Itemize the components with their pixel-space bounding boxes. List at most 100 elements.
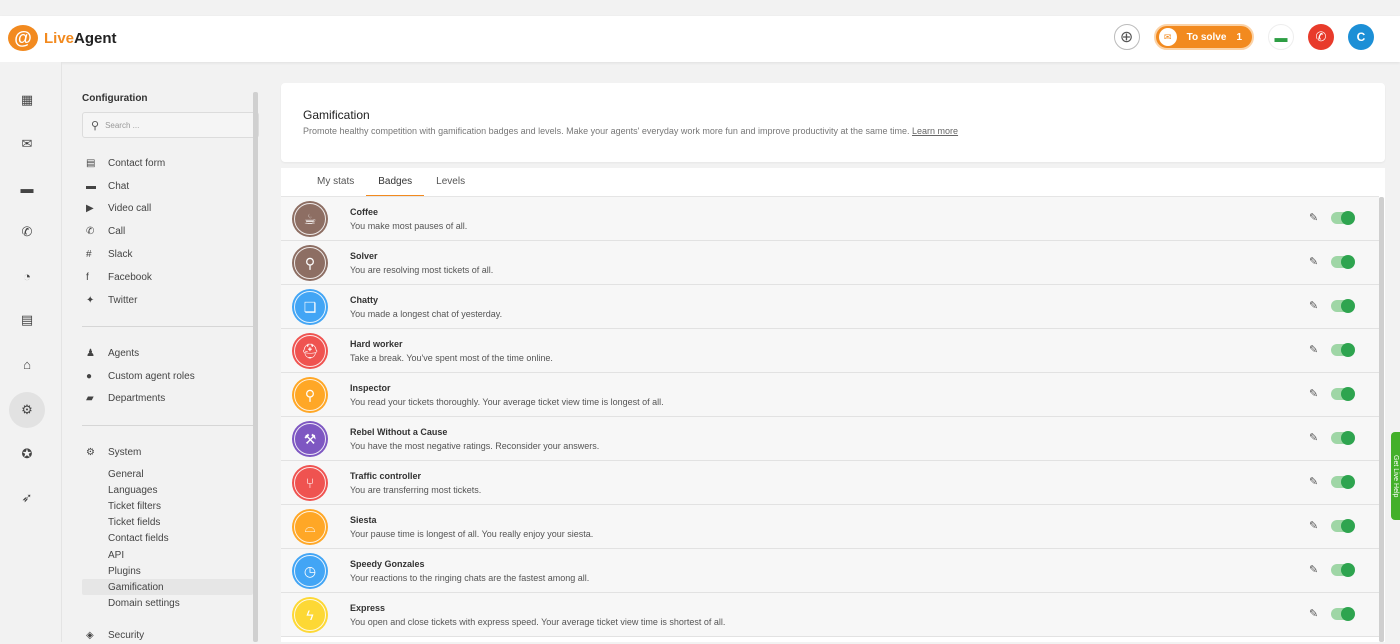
- config-item-call[interactable]: ✆ Call: [82, 222, 252, 240]
- badge-row: ◷ Speedy Gonzales Your reactions to the ri…: [281, 549, 1379, 593]
- config-item-video-call[interactable]: ▶ Video call: [82, 199, 252, 217]
- toggle-knob: [1341, 431, 1355, 445]
- phone-icon: ✆: [1315, 29, 1327, 44]
- config-item-contact-form[interactable]: ▤ Contact form: [82, 154, 252, 172]
- learn-more-link[interactable]: Learn more: [912, 126, 958, 136]
- nav-knowledgebase-button[interactable]: ⌂: [9, 346, 45, 382]
- config-item-slack[interactable]: # Slack: [82, 245, 252, 263]
- contact-form-icon: ▤: [86, 157, 96, 169]
- config-item-label: Contact form: [108, 157, 166, 169]
- badge-enabled-toggle[interactable]: [1331, 431, 1355, 445]
- edit-icon[interactable]: ✎: [1309, 211, 1318, 224]
- badge-enabled-toggle[interactable]: [1331, 255, 1355, 269]
- add-button[interactable]: ⊕: [1113, 24, 1140, 50]
- config-subitem-plugins[interactable]: Plugins: [82, 563, 253, 579]
- edit-icon[interactable]: ✎: [1309, 387, 1318, 400]
- badge-glyph: ϟ: [306, 607, 314, 623]
- config-item-security[interactable]: ◈ Security: [82, 626, 252, 644]
- search-icon: ⚲: [91, 119, 100, 132]
- phone-icon: ✆: [86, 225, 95, 237]
- badge-name: Chatty: [350, 295, 379, 305]
- logo[interactable]: @ LiveAgent: [8, 25, 117, 51]
- edit-icon[interactable]: ✎: [1309, 475, 1318, 488]
- edit-icon[interactable]: ✎: [1309, 563, 1318, 576]
- config-subitem-api[interactable]: API: [82, 547, 253, 563]
- tab-levels[interactable]: Levels: [424, 168, 477, 196]
- edit-icon[interactable]: ✎: [1309, 607, 1318, 620]
- badge-enabled-toggle[interactable]: [1331, 211, 1355, 225]
- tab-my-stats[interactable]: My stats: [305, 168, 366, 196]
- config-subitem-domain-settings[interactable]: Domain settings: [82, 596, 253, 612]
- config-item-custom-agent-roles[interactable]: ● Custom agent roles: [82, 367, 252, 385]
- nav-settings-button[interactable]: ⚙: [9, 392, 45, 428]
- config-item-twitter[interactable]: ✦ Twitter: [82, 291, 252, 309]
- chat-status-button[interactable]: ▬: [1268, 24, 1294, 50]
- plus-icon: ⊕: [1119, 29, 1134, 46]
- badge-row: ☕ Coffee You make most pauses of all. ✎: [281, 197, 1379, 241]
- dashboard-icon: ▦: [20, 92, 34, 107]
- config-subitem-ticket-fields[interactable]: Ticket fields: [82, 515, 253, 531]
- header-card: Gamification Promote healthy competition…: [281, 83, 1385, 162]
- badge-enabled-toggle[interactable]: [1331, 343, 1355, 357]
- config-subitem-languages[interactable]: Languages: [82, 482, 253, 498]
- edit-icon[interactable]: ✎: [1309, 299, 1318, 312]
- nav-plugins-button[interactable]: ✪: [9, 436, 45, 472]
- config-item-label: Agents: [108, 347, 140, 359]
- edit-icon[interactable]: ✎: [1309, 343, 1318, 356]
- to-solve-button[interactable]: ✉ To solve 1: [1153, 24, 1254, 50]
- get-live-help-tab[interactable]: Get Live Help: [1391, 432, 1400, 520]
- badge-row: ❏ Chatty You made a longest chat of yester…: [281, 285, 1379, 329]
- lightning-icon: ϟ: [292, 597, 328, 633]
- badge-row: ϟ Express You open and close tickets with …: [281, 593, 1379, 637]
- nav-mail-button[interactable]: ✉: [9, 126, 45, 162]
- badge-description: You read your tickets thoroughly. Your a…: [350, 397, 664, 407]
- tab-badges[interactable]: Badges: [366, 168, 425, 197]
- video-icon: ▶: [86, 202, 94, 214]
- config-subitem-gamification[interactable]: Gamification: [82, 579, 253, 596]
- badge-name: Express: [350, 603, 386, 613]
- badge-glyph: ⌓: [304, 518, 316, 535]
- plugins-icon: ✪: [21, 446, 33, 461]
- badge-enabled-toggle[interactable]: [1331, 607, 1355, 621]
- badge-enabled-toggle[interactable]: [1331, 387, 1355, 401]
- stopwatch-icon: ◷: [292, 553, 328, 589]
- nav-rocket-button[interactable]: ➶: [9, 480, 45, 516]
- search-input[interactable]: ⚲ Search ...: [82, 112, 259, 138]
- config-item-label: Chat: [108, 180, 130, 192]
- config-item-facebook[interactable]: f Facebook: [82, 268, 252, 286]
- envelope-icon: ✉: [1158, 28, 1177, 46]
- badge-glyph: ◷: [303, 562, 317, 579]
- config-subitem-general[interactable]: General: [82, 466, 253, 482]
- config-item-system[interactable]: ⚙ System: [82, 443, 252, 461]
- nav-reports-button[interactable]: ◔: [9, 258, 45, 294]
- knowledgebase-icon: ⌂: [23, 356, 31, 372]
- config-item-agents[interactable]: ♟ Agents: [82, 344, 252, 362]
- nav-phone-button[interactable]: ✆: [9, 214, 45, 250]
- badge-enabled-toggle[interactable]: [1331, 475, 1355, 489]
- nav-dashboard-button[interactable]: ▦: [9, 82, 45, 118]
- config-item-label: Facebook: [108, 271, 152, 283]
- nav-contacts-button[interactable]: ▤: [9, 302, 45, 338]
- badge-enabled-toggle[interactable]: [1331, 519, 1355, 533]
- call-button[interactable]: ✆: [1308, 24, 1334, 50]
- edit-icon[interactable]: ✎: [1309, 519, 1318, 532]
- main-scrollbar[interactable]: [1379, 197, 1384, 642]
- nav-chat-button[interactable]: ▬: [9, 170, 45, 206]
- edit-icon[interactable]: ✎: [1309, 431, 1318, 444]
- badge-enabled-toggle[interactable]: [1331, 299, 1355, 313]
- config-subitem-ticket-filters[interactable]: Ticket filters: [82, 498, 253, 514]
- badge-enabled-toggle[interactable]: [1331, 563, 1355, 577]
- badge-list: ☕ Coffee You make most pauses of all. ✎ ⚲ Sol…: [281, 197, 1379, 637]
- page-title: Gamification: [303, 108, 370, 122]
- config-scrollbar[interactable]: [253, 92, 258, 642]
- badge-glyph: ⚒: [303, 430, 317, 447]
- config-item-chat[interactable]: ▬ Chat: [82, 177, 252, 195]
- configuration-title: Configuration: [82, 93, 148, 104]
- badge-description: Take a break. You've spent most of the t…: [350, 353, 553, 363]
- avatar[interactable]: C: [1348, 24, 1374, 50]
- edit-icon[interactable]: ✎: [1309, 255, 1318, 268]
- config-item-departments[interactable]: ▰ Departments: [82, 389, 252, 407]
- config-subitem-contact-fields[interactable]: Contact fields: [82, 531, 253, 547]
- configuration-panel: Configuration ⚲ Search ... ▤ Contact form…: [61, 62, 259, 642]
- badge-name: Rebel Without a Cause: [350, 427, 448, 437]
